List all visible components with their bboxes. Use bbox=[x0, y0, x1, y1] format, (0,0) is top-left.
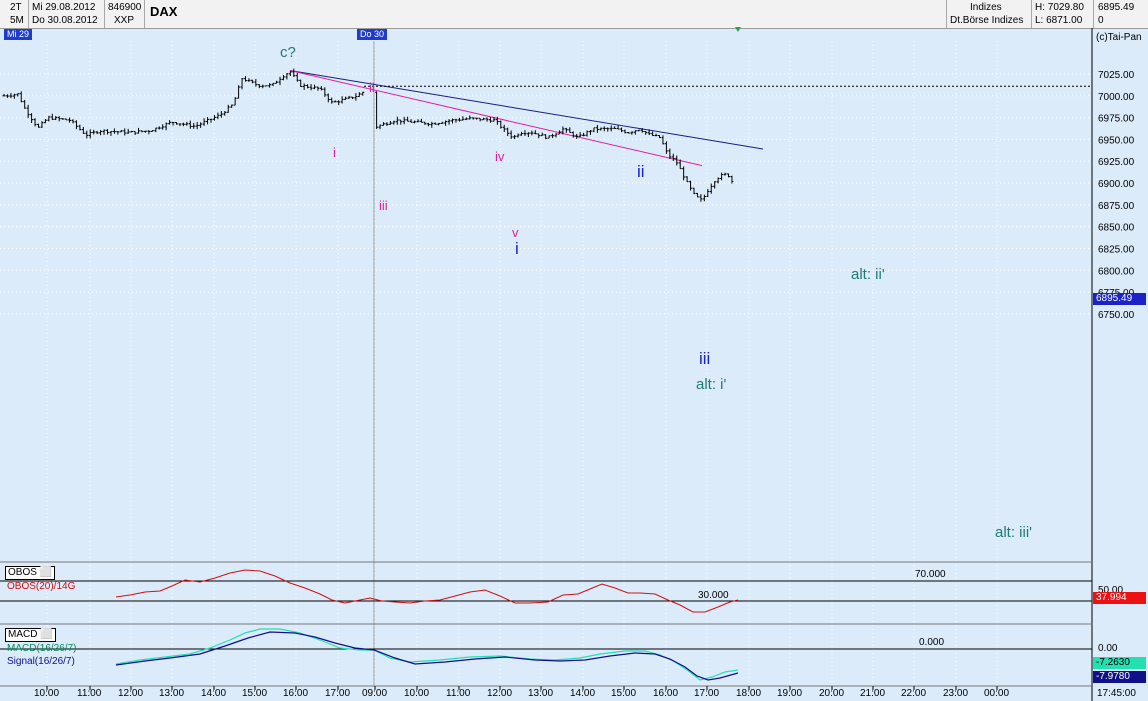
interval-days[interactable]: 2T bbox=[10, 2, 22, 14]
time-tick-label: 13:00 bbox=[159, 688, 184, 700]
wave-label-ii-pink: ii bbox=[369, 81, 375, 95]
time-tick-label: 22:00 bbox=[901, 688, 926, 700]
macd-name: MACD(16/26/7) bbox=[7, 643, 76, 655]
time-tick-label: 21:00 bbox=[860, 688, 885, 700]
date-tag-day2: Do 30 bbox=[357, 29, 387, 40]
signal-value-tag: -7.9780 bbox=[1093, 671, 1146, 683]
price-tick-label: 6925.00 bbox=[1098, 157, 1135, 168]
obos-line bbox=[116, 570, 738, 612]
time-tick-label: 14:00 bbox=[570, 688, 595, 700]
trendline-upper bbox=[290, 71, 763, 150]
wave-label-iii-pink: iii bbox=[379, 199, 388, 213]
time-tick-label: 12:00 bbox=[118, 688, 143, 700]
time-tick-label: 14:00 bbox=[201, 688, 226, 700]
time-tick-label: 13:00 bbox=[528, 688, 553, 700]
time-tick-label: 23:00 bbox=[943, 688, 968, 700]
price-tick-label: 7000.00 bbox=[1098, 92, 1135, 103]
date-to: Do 30.08.2012 bbox=[32, 15, 98, 27]
low-value: L: 6871.00 bbox=[1035, 15, 1082, 27]
obos-level-high: 70.000 bbox=[915, 569, 946, 581]
macd-value-tag: -7.2630 bbox=[1093, 657, 1146, 669]
symbol: DAX bbox=[150, 5, 177, 19]
macd-line bbox=[116, 629, 738, 680]
time-tick-label: 16:00 bbox=[653, 688, 678, 700]
time-tick-label: 09:00 bbox=[362, 688, 387, 700]
price-tick-label: 6825.00 bbox=[1098, 244, 1135, 255]
time-tick-label: 15:00 bbox=[242, 688, 267, 700]
macd-zero-label: 0.000 bbox=[919, 637, 944, 649]
obos-level-low: 30.000 bbox=[698, 590, 729, 602]
wave-label-ii-blue: ii bbox=[637, 163, 645, 181]
macd-toggle[interactable]: MACD ⬜ bbox=[5, 628, 56, 642]
copyright: (c)Tai-Pan bbox=[1096, 32, 1142, 44]
wave-label-alt-iii: alt: iii' bbox=[995, 525, 1032, 541]
obos-toggle-label: OBOS bbox=[8, 567, 37, 578]
price-tick-label: 6800.00 bbox=[1098, 266, 1135, 277]
price-tick-label: 6750.00 bbox=[1098, 310, 1135, 321]
time-tick-label: 12:00 bbox=[487, 688, 512, 700]
wave-label-alt-ii: alt: ii' bbox=[851, 267, 885, 283]
time-axis bbox=[47, 686, 997, 690]
time-tick-label: 17:00 bbox=[325, 688, 350, 700]
price-tick-label: 6950.00 bbox=[1098, 135, 1135, 146]
price-tick-label: 6850.00 bbox=[1098, 223, 1135, 234]
macd-axis-label: 0.00 bbox=[1098, 643, 1117, 655]
plus-icon: ⬜ bbox=[40, 567, 52, 578]
macd-toggle-label: MACD bbox=[8, 629, 37, 640]
change-value: 0 bbox=[1098, 15, 1104, 27]
wkn: 846900 bbox=[108, 2, 141, 14]
interval-bar[interactable]: 5M bbox=[10, 15, 24, 27]
wave-label-alt-i: alt: i' bbox=[696, 377, 726, 393]
time-tick-label: 18:00 bbox=[736, 688, 761, 700]
time-tick-label: 10:00 bbox=[404, 688, 429, 700]
price-tick-label: 6975.00 bbox=[1098, 114, 1135, 125]
wave-label-i-blue: i bbox=[515, 240, 519, 258]
wave-label-iv-pink: iv bbox=[495, 150, 504, 164]
time-tick-label: 11:00 bbox=[446, 688, 470, 700]
time-tick-label: 11:00 bbox=[77, 688, 101, 700]
wave-label-v-pink: v bbox=[512, 226, 519, 240]
category: Indizes bbox=[970, 2, 1002, 14]
price-bars bbox=[3, 69, 734, 202]
price-tick-label: 7025.00 bbox=[1098, 70, 1135, 81]
wave-label-i-pink: i bbox=[333, 146, 336, 160]
time-tick-label: 15:00 bbox=[611, 688, 636, 700]
time-tick-label: 19:00 bbox=[777, 688, 802, 700]
obos-name: OBOS(20)/14G bbox=[7, 581, 75, 593]
plus-icon: ⬜ bbox=[40, 629, 52, 640]
obos-value-tag: 37.994 bbox=[1093, 592, 1146, 604]
header-bar: 2T 5M Mi 29.08.2012 Do 30.08.2012 846900… bbox=[0, 0, 1148, 29]
price-tick-label: 6900.00 bbox=[1098, 179, 1135, 190]
date-from: Mi 29.08.2012 bbox=[32, 2, 95, 14]
price-tick-label: 6875.00 bbox=[1098, 201, 1135, 212]
wave-label-c: c? bbox=[280, 45, 296, 61]
signal-name: Signal(16/26/7) bbox=[7, 656, 75, 668]
obos-toggle[interactable]: OBOS ⬜ bbox=[5, 566, 55, 580]
last-value: 6895.49 bbox=[1098, 2, 1134, 14]
high-value: H: 7029.80 bbox=[1035, 2, 1084, 14]
grid-layer bbox=[0, 41, 1092, 686]
last-price-tag: 6895.49 bbox=[1093, 293, 1146, 305]
date-tag-day1: Mi 29 bbox=[4, 29, 32, 40]
time-tick-label: 20:00 bbox=[819, 688, 844, 700]
signal-line bbox=[116, 632, 738, 680]
time-tick-label: 00:00 bbox=[984, 688, 1009, 700]
annotation-layer bbox=[290, 27, 1090, 166]
chart-svg[interactable]: 7025.00 7000.00 6975.00 6950.00 6925.00 6900.… bbox=[0, 0, 1148, 701]
wave-label-iii-blue: iii bbox=[699, 350, 710, 368]
exchange: Dt.Börse Indizes bbox=[950, 15, 1023, 27]
current-time: 17:45:00 bbox=[1097, 688, 1136, 700]
time-tick-label: 16:00 bbox=[283, 688, 308, 700]
exchange-code: XXP bbox=[114, 15, 134, 27]
time-tick-label: 10:00 bbox=[34, 688, 59, 700]
time-tick-label: 17:00 bbox=[694, 688, 719, 700]
